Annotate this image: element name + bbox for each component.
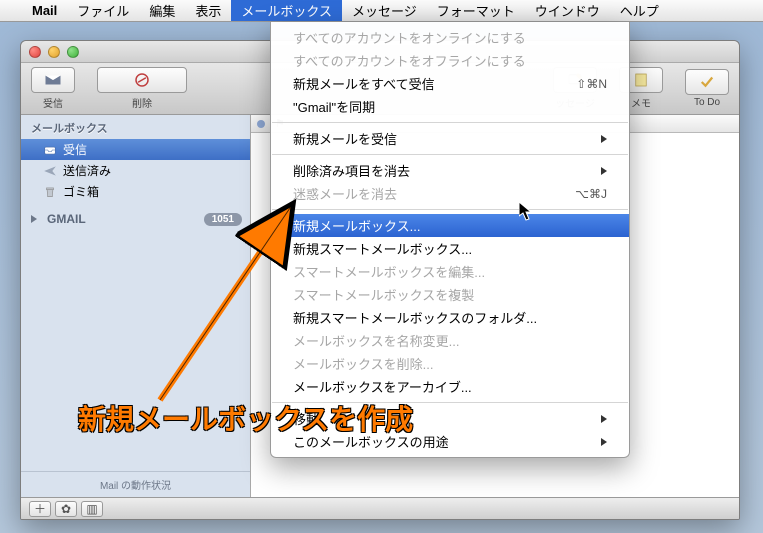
submenu-arrow-icon — [601, 135, 607, 143]
menu-item[interactable]: 削除済み項目を消去 — [271, 159, 629, 182]
menu-shortcut: ⇧⌘N — [576, 77, 607, 91]
menu-shortcut: ⌥⌘J — [575, 187, 607, 201]
menu-item-label: すべてのアカウントをオンラインにする — [293, 28, 526, 47]
menu-item[interactable]: 新規スマートメールボックスのフォルダ... — [271, 306, 629, 329]
menu-message[interactable]: メッセージ — [342, 0, 427, 21]
sidebar-trash-label: ゴミ箱 — [63, 183, 99, 200]
sidebar-header: メールボックス — [21, 115, 250, 139]
envelope-icon — [44, 71, 62, 89]
sidebar-gmail-label: GMAIL — [47, 212, 86, 226]
menu-item: メールボックスを名称変更... — [271, 329, 629, 352]
menu-file[interactable]: ファイル — [67, 0, 139, 21]
disclosure-triangle-icon[interactable] — [31, 215, 37, 223]
menu-item[interactable]: 移動 — [271, 407, 629, 430]
status-dot-icon — [257, 120, 265, 128]
submenu-arrow-icon — [601, 438, 607, 446]
menu-item-label: 移動 — [293, 409, 319, 428]
statusbar: ＋ ✿ ▥ — [21, 497, 739, 519]
delete-button[interactable] — [97, 67, 187, 93]
nodelete-icon — [133, 71, 151, 89]
menu-item: メールボックスを削除... — [271, 352, 629, 375]
menu-item-label: 新規メールを受信 — [293, 129, 397, 148]
sidebar-inbox[interactable]: 受信 — [21, 139, 250, 160]
delete-label: 削除 — [132, 95, 152, 110]
menu-item[interactable]: 新規メールを受信 — [271, 127, 629, 150]
menu-item: すべてのアカウントをオフラインにする — [271, 49, 629, 72]
menu-item-label: 新規メールをすべて受信 — [293, 74, 435, 93]
sidebar: メールボックス 受信 送信済み ゴミ箱 GMAIL 1051 — [21, 115, 251, 497]
mail-activity[interactable]: Mail の動作状況 — [21, 471, 250, 497]
menubar: Mail ファイル 編集 表示 メールボックス メッセージ フォーマット ウイン… — [0, 0, 763, 22]
menu-item-label: 新規スマートメールボックスのフォルダ... — [293, 308, 537, 327]
menu-item[interactable]: このメールボックスの用途 — [271, 430, 629, 453]
inbox-icon — [43, 143, 57, 157]
menu-separator — [272, 402, 628, 403]
menu-item-label: 新規スマートメールボックス... — [293, 239, 472, 258]
check-icon — [698, 73, 716, 91]
menu-item: すべてのアカウントをオンラインにする — [271, 26, 629, 49]
submenu-arrow-icon — [601, 415, 607, 423]
activity-toggle[interactable]: ▥ — [81, 501, 103, 517]
menu-edit[interactable]: 編集 — [139, 0, 185, 21]
menu-item[interactable]: "Gmail"を同期 — [271, 95, 629, 118]
menu-item-label: スマートメールボックスを複製 — [293, 285, 474, 304]
menu-item-label: "Gmail"を同期 — [293, 97, 375, 116]
menu-item-label: メールボックスを削除... — [293, 354, 433, 373]
todo-label: To Do — [694, 97, 720, 108]
sidebar-sent-label: 送信済み — [63, 162, 111, 179]
sent-icon — [43, 164, 57, 178]
trash-icon — [43, 185, 57, 199]
menu-separator — [272, 122, 628, 123]
action-button[interactable]: ✿ — [55, 501, 77, 517]
note-icon — [632, 71, 650, 89]
menu-item-label: 迷惑メールを消去 — [293, 184, 397, 203]
menu-item-label: スマートメールボックスを編集... — [293, 262, 485, 281]
menu-item[interactable]: メールボックスをアーカイブ... — [271, 375, 629, 398]
menu-separator — [272, 154, 628, 155]
menu-item[interactable]: 新規メールボックス... — [271, 214, 629, 237]
menu-view[interactable]: 表示 — [185, 0, 231, 21]
zoom-button[interactable] — [67, 46, 79, 58]
menu-separator — [272, 209, 628, 210]
menu-item-label: 削除済み項目を消去 — [293, 161, 410, 180]
menu-item[interactable]: 新規メールをすべて受信 ⇧⌘N — [271, 72, 629, 95]
menu-mailbox[interactable]: メールボックス — [231, 0, 342, 21]
menu-item: スマートメールボックスを複製 — [271, 283, 629, 306]
receive-label: 受信 — [43, 95, 63, 110]
memo-label: メモ — [631, 95, 651, 110]
menu-help[interactable]: ヘルプ — [610, 0, 669, 21]
app-menu[interactable]: Mail — [22, 0, 67, 21]
menu-item: 迷惑メールを消去 ⌥⌘J — [271, 182, 629, 205]
sidebar-sent[interactable]: 送信済み — [21, 160, 250, 181]
menu-item-label: このメールボックスの用途 — [293, 432, 449, 451]
menu-item-label: メールボックスをアーカイブ... — [293, 377, 472, 396]
mailbox-menu: すべてのアカウントをオンラインにするすべてのアカウントをオフラインにする新規メー… — [270, 22, 630, 458]
menu-format[interactable]: フォーマット — [427, 0, 525, 21]
sidebar-inbox-label: 受信 — [63, 141, 87, 158]
menu-item-label: すべてのアカウントをオフラインにする — [293, 51, 526, 70]
sidebar-trash[interactable]: ゴミ箱 — [21, 181, 250, 202]
minimize-button[interactable] — [48, 46, 60, 58]
menu-item-label: メールボックスを名称変更... — [293, 331, 459, 350]
menu-item[interactable]: 新規スマートメールボックス... — [271, 237, 629, 260]
menu-item: スマートメールボックスを編集... — [271, 260, 629, 283]
receive-button[interactable] — [31, 67, 75, 93]
sidebar-gmail[interactable]: GMAIL 1051 — [21, 210, 250, 228]
add-button[interactable]: ＋ — [29, 501, 51, 517]
gmail-badge: 1051 — [204, 213, 242, 226]
menu-window[interactable]: ウインドウ — [525, 0, 610, 21]
todo-button[interactable] — [685, 69, 729, 95]
submenu-arrow-icon — [601, 167, 607, 175]
menu-item-label: 新規メールボックス... — [293, 216, 420, 235]
close-button[interactable] — [29, 46, 41, 58]
